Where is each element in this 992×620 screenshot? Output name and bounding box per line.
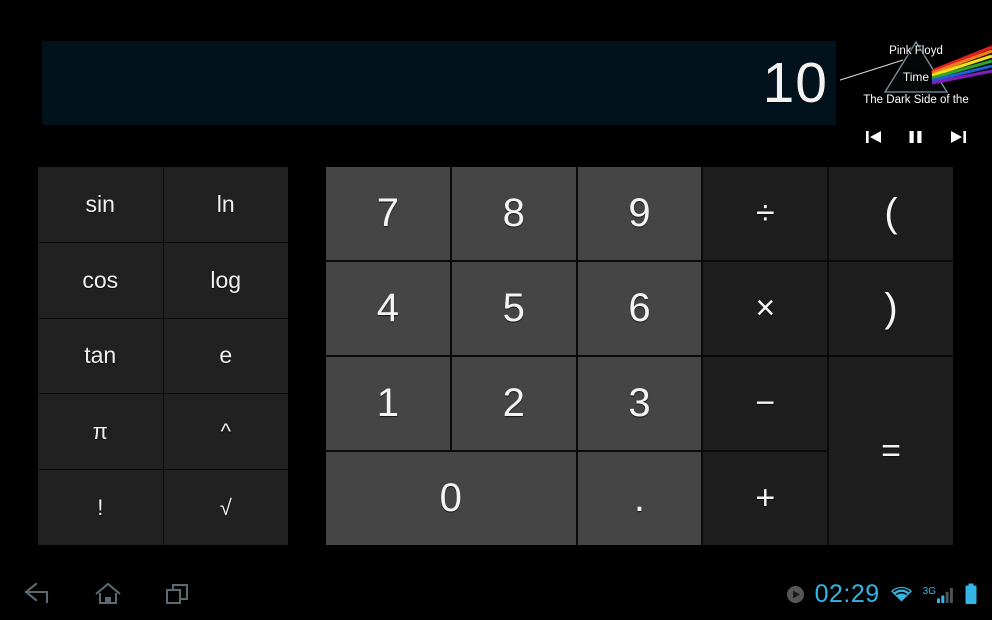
media-controls bbox=[840, 120, 992, 154]
open-paren-key[interactable]: ( bbox=[829, 167, 953, 260]
key-7[interactable]: 7 bbox=[326, 167, 450, 260]
e-key[interactable]: e bbox=[163, 318, 288, 394]
equals-key[interactable]: = bbox=[829, 357, 953, 545]
previous-track-icon[interactable] bbox=[862, 126, 888, 148]
key-3[interactable]: 3 bbox=[577, 357, 702, 450]
display-value: 10 bbox=[762, 50, 828, 115]
pause-icon[interactable] bbox=[903, 126, 929, 148]
back-icon[interactable] bbox=[18, 574, 58, 614]
key-1[interactable]: 1 bbox=[326, 357, 450, 450]
system-bar: 02:29 3G bbox=[0, 568, 992, 620]
recent-apps-icon[interactable] bbox=[158, 574, 198, 614]
power-key[interactable]: ^ bbox=[163, 394, 288, 470]
factorial-key[interactable]: ! bbox=[38, 470, 163, 545]
now-playing-track: Time bbox=[902, 70, 930, 84]
wifi-icon[interactable] bbox=[890, 585, 913, 604]
status-icons: 02:29 3G bbox=[786, 580, 978, 609]
navigation-buttons bbox=[18, 574, 198, 614]
sin-key[interactable]: sin bbox=[38, 167, 163, 242]
function-keypad: sin ln cos log tan e π ^ ! √ bbox=[38, 167, 288, 545]
network-type-label: 3G bbox=[922, 585, 936, 597]
tan-key[interactable]: tan bbox=[38, 318, 163, 394]
decimal-point-key[interactable]: . bbox=[577, 452, 702, 545]
key-6[interactable]: 6 bbox=[577, 262, 702, 355]
now-playing-artist: Pink Floyd bbox=[889, 45, 943, 57]
minus-key[interactable]: − bbox=[703, 357, 828, 450]
key-2[interactable]: 2 bbox=[451, 357, 576, 450]
status-clock[interactable]: 02:29 bbox=[815, 580, 880, 609]
key-8[interactable]: 8 bbox=[451, 167, 576, 260]
numeric-keypad: 7 8 9 ÷ ( 4 5 6 × ) 1 2 3 − = 0 . + bbox=[326, 167, 953, 545]
log-key[interactable]: log bbox=[163, 242, 288, 318]
now-playing-widget[interactable]: Pink Floyd Time The Dark Side of the bbox=[840, 36, 992, 154]
key-9[interactable]: 9 bbox=[577, 167, 702, 260]
tablet-screen: 10 Pink Floyd Time The Dark Side of the … bbox=[0, 0, 992, 620]
media-playing-icon[interactable] bbox=[786, 585, 805, 604]
key-0[interactable]: 0 bbox=[326, 452, 576, 545]
cellular-signal-icon[interactable]: 3G bbox=[923, 586, 954, 603]
cos-key[interactable]: cos bbox=[38, 242, 163, 318]
sqrt-key[interactable]: √ bbox=[163, 470, 288, 545]
calculator-display[interactable]: 10 bbox=[42, 41, 836, 125]
battery-icon[interactable] bbox=[964, 583, 978, 605]
multiply-key[interactable]: × bbox=[703, 262, 828, 355]
close-paren-key[interactable]: ) bbox=[829, 262, 953, 355]
pi-key[interactable]: π bbox=[38, 394, 163, 470]
now-playing-album: The Dark Side of the bbox=[863, 94, 969, 106]
home-icon[interactable] bbox=[88, 574, 128, 614]
next-track-icon[interactable] bbox=[944, 126, 970, 148]
ln-key[interactable]: ln bbox=[163, 167, 288, 242]
plus-key[interactable]: + bbox=[703, 452, 828, 545]
key-4[interactable]: 4 bbox=[326, 262, 450, 355]
key-5[interactable]: 5 bbox=[451, 262, 576, 355]
divide-key[interactable]: ÷ bbox=[703, 167, 828, 260]
